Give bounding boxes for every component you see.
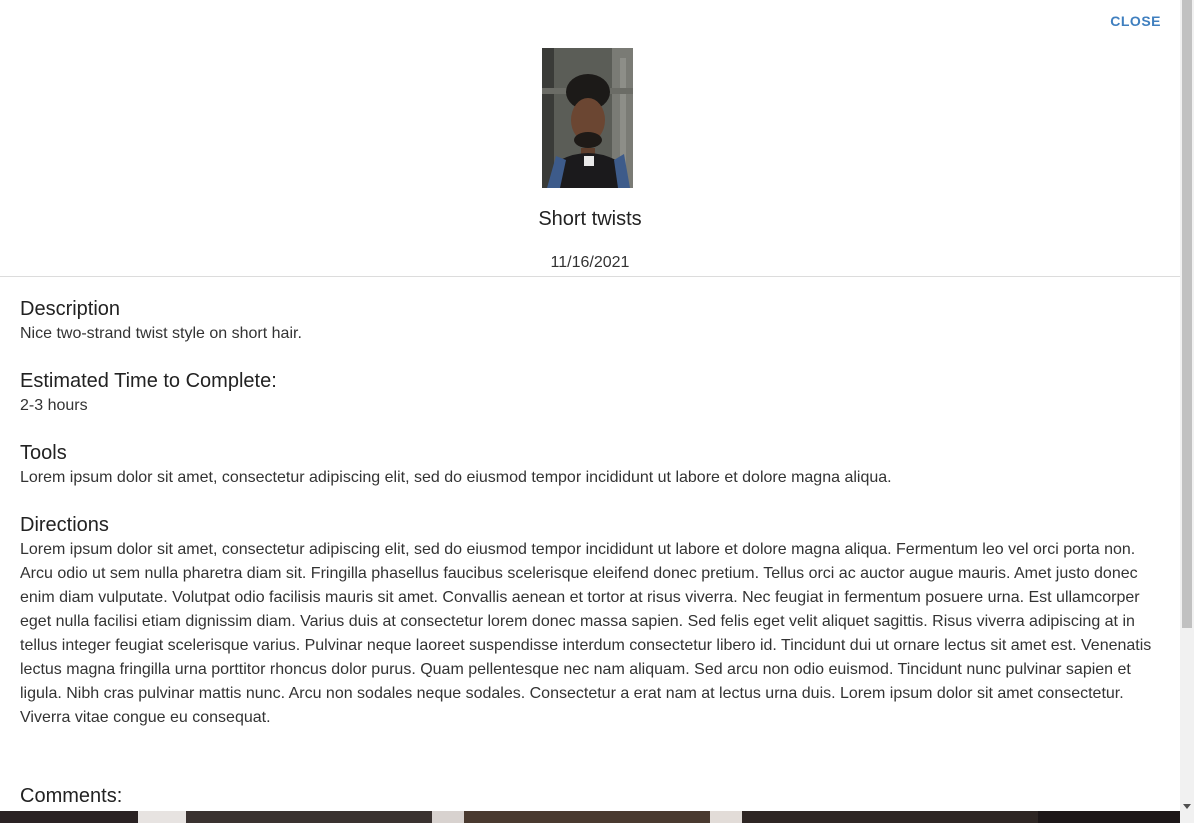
directions-text: Lorem ipsum dolor sit amet, consectetur … (20, 541, 1152, 726)
tools-text: Lorem ipsum dolor sit amet, consectetur … (20, 469, 892, 486)
comment-image[interactable] (138, 811, 186, 823)
comment-image[interactable] (464, 811, 710, 823)
comments-heading: Comments: (20, 785, 123, 807)
directions-heading: Directions (20, 514, 109, 536)
comment-image[interactable] (0, 811, 138, 823)
time-heading: Estimated Time to Complete: (20, 370, 277, 392)
scroll-down-icon[interactable] (1183, 804, 1191, 809)
style-title: Short twists (538, 208, 642, 230)
style-details: Description Nice two-strand twist style … (20, 296, 1160, 752)
time-section: Estimated Time to Complete: 2-3 hours (20, 368, 1160, 418)
comment-image[interactable] (432, 811, 464, 823)
comment-image[interactable] (186, 811, 432, 823)
comment-image[interactable] (742, 811, 1038, 823)
style-date: 11/16/2021 (550, 254, 630, 271)
comment-image[interactable] (1038, 811, 1180, 823)
description-heading: Description (20, 298, 121, 320)
vertical-scrollbar[interactable] (1180, 0, 1194, 823)
tools-section: Tools Lorem ipsum dolor sit amet, consec… (20, 440, 1160, 490)
portrait-image (542, 48, 633, 188)
directions-section: Directions Lorem ipsum dolor sit amet, c… (20, 512, 1160, 730)
comment-image-strip (0, 811, 1180, 823)
close-button[interactable]: CLOSE (1110, 13, 1161, 29)
style-detail-dialog: CLOSE Short twists 11/16/2021 Descriptio… (0, 0, 1180, 823)
tools-heading: Tools (20, 442, 67, 464)
header-divider (0, 276, 1180, 277)
scrollbar-thumb[interactable] (1182, 0, 1192, 628)
description-section: Description Nice two-strand twist style … (20, 296, 1160, 346)
description-text: Nice two-strand twist style on short hai… (20, 325, 302, 342)
style-photo (542, 48, 633, 188)
time-text: 2-3 hours (20, 397, 88, 414)
comment-image[interactable] (710, 811, 742, 823)
